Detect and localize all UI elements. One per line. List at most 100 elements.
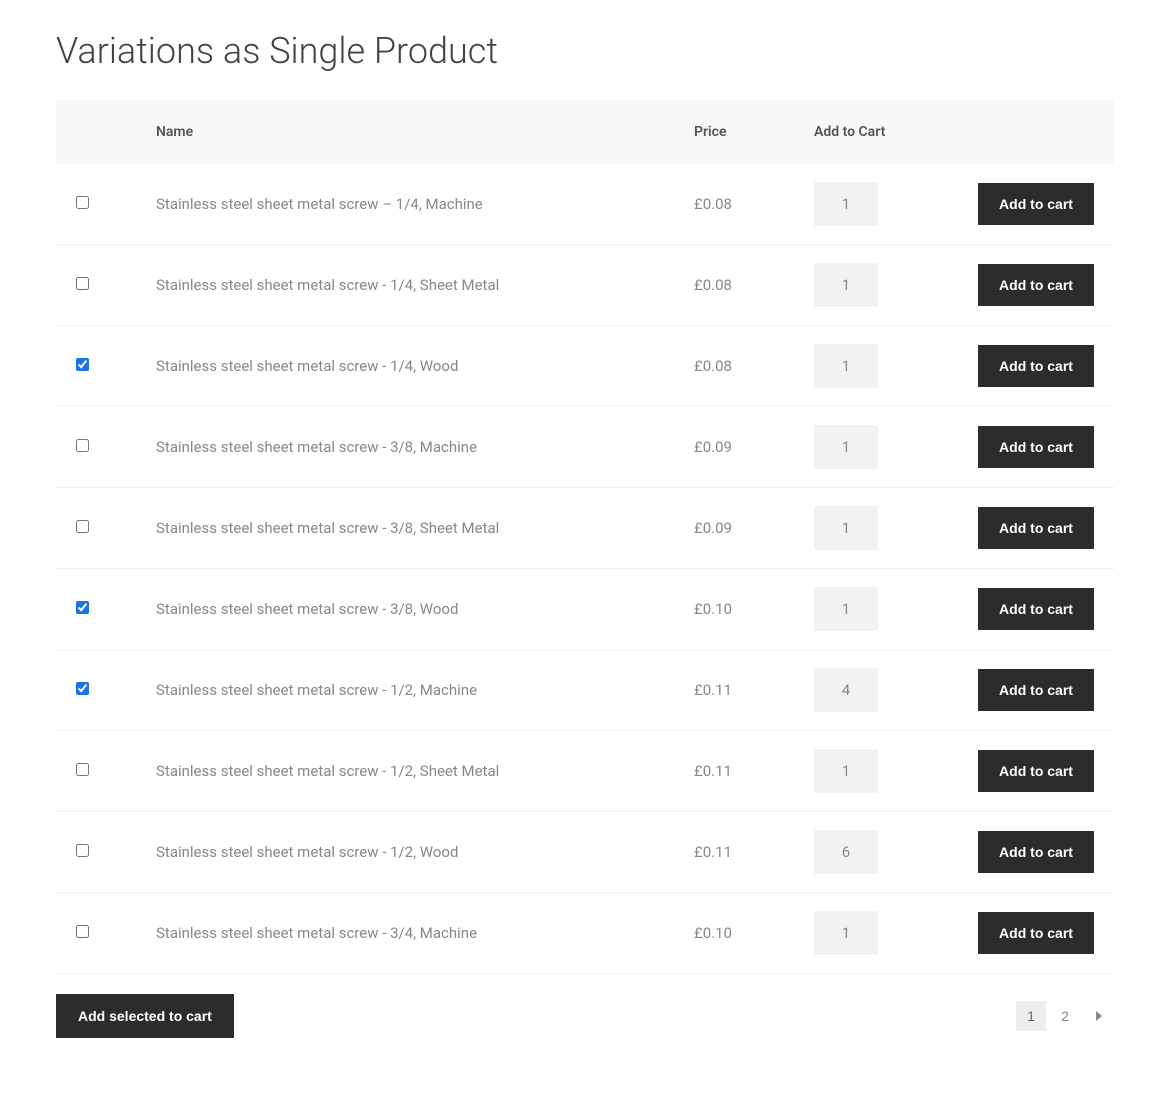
row-checkbox[interactable]	[76, 358, 89, 371]
cell-checkbox	[56, 488, 136, 569]
cell-checkbox	[56, 812, 136, 893]
cell-name: Stainless steel sheet metal screw - 1/4,…	[136, 326, 674, 407]
cell-checkbox	[56, 245, 136, 326]
cell-quantity	[794, 488, 954, 569]
product-variations-table-wrapper: Name Price Add to Cart Stainless steel s…	[56, 100, 1114, 974]
add-to-cart-button[interactable]: Add to cart	[978, 264, 1094, 306]
cell-price: £0.10	[674, 569, 794, 650]
cell-price: £0.10	[674, 893, 794, 974]
row-checkbox[interactable]	[76, 277, 89, 290]
chevron-right-icon	[1095, 1008, 1103, 1024]
table-row: Stainless steel sheet metal screw - 1/2,…	[56, 650, 1114, 731]
add-to-cart-button[interactable]: Add to cart	[978, 507, 1094, 549]
add-to-cart-button[interactable]: Add to cart	[978, 912, 1094, 954]
cell-price: £0.11	[674, 812, 794, 893]
cell-price: £0.08	[674, 164, 794, 245]
header-checkbox-col	[56, 100, 136, 164]
cell-action: Add to cart	[954, 731, 1114, 812]
cell-action: Add to cart	[954, 650, 1114, 731]
cell-name: Stainless steel sheet metal screw - 3/8,…	[136, 407, 674, 488]
table-row: Stainless steel sheet metal screw - 3/8,…	[56, 407, 1114, 488]
quantity-stepper[interactable]	[814, 668, 878, 712]
cell-name: Stainless steel sheet metal screw - 3/4,…	[136, 893, 674, 974]
page-button-2[interactable]: 2	[1050, 1001, 1080, 1031]
cell-price: £0.09	[674, 407, 794, 488]
cell-quantity	[794, 326, 954, 407]
cell-name: Stainless steel sheet metal screw - 1/2,…	[136, 812, 674, 893]
cell-checkbox	[56, 407, 136, 488]
page-button-1[interactable]: 1	[1016, 1001, 1046, 1031]
cell-action: Add to cart	[954, 407, 1114, 488]
add-to-cart-button[interactable]: Add to cart	[978, 588, 1094, 630]
quantity-stepper[interactable]	[814, 830, 878, 874]
row-checkbox[interactable]	[76, 844, 89, 857]
quantity-stepper[interactable]	[814, 911, 878, 955]
cell-name: Stainless steel sheet metal screw - 3/8,…	[136, 488, 674, 569]
cell-price: £0.08	[674, 245, 794, 326]
cell-price: £0.11	[674, 731, 794, 812]
quantity-stepper[interactable]	[814, 263, 878, 307]
cell-quantity	[794, 731, 954, 812]
cell-quantity	[794, 245, 954, 326]
quantity-stepper[interactable]	[814, 506, 878, 550]
row-checkbox[interactable]	[76, 520, 89, 533]
cell-price: £0.08	[674, 326, 794, 407]
cell-checkbox	[56, 731, 136, 812]
header-action-col	[954, 100, 1114, 164]
add-to-cart-button[interactable]: Add to cart	[978, 345, 1094, 387]
page-title: Variations as Single Product	[56, 30, 1114, 72]
pagination: 12	[1016, 1001, 1114, 1031]
cell-action: Add to cart	[954, 164, 1114, 245]
cell-name: Stainless steel sheet metal screw - 3/8,…	[136, 569, 674, 650]
table-row: Stainless steel sheet metal screw - 3/8,…	[56, 488, 1114, 569]
quantity-stepper[interactable]	[814, 344, 878, 388]
add-to-cart-button[interactable]: Add to cart	[978, 426, 1094, 468]
row-checkbox[interactable]	[76, 925, 89, 938]
cell-price: £0.11	[674, 650, 794, 731]
row-checkbox[interactable]	[76, 682, 89, 695]
add-to-cart-button[interactable]: Add to cart	[978, 831, 1094, 873]
header-add-to-cart: Add to Cart	[794, 100, 954, 164]
quantity-stepper[interactable]	[814, 182, 878, 226]
cell-action: Add to cart	[954, 569, 1114, 650]
quantity-stepper[interactable]	[814, 749, 878, 793]
table-footer: Add selected to cart 12	[56, 994, 1114, 1038]
row-checkbox[interactable]	[76, 196, 89, 209]
cell-checkbox	[56, 569, 136, 650]
cell-quantity	[794, 407, 954, 488]
row-checkbox[interactable]	[76, 763, 89, 776]
cell-action: Add to cart	[954, 812, 1114, 893]
cell-action: Add to cart	[954, 893, 1114, 974]
table-row: Stainless steel sheet metal screw – 1/4,…	[56, 164, 1114, 245]
cell-checkbox	[56, 650, 136, 731]
add-selected-button[interactable]: Add selected to cart	[56, 994, 234, 1038]
cell-price: £0.09	[674, 488, 794, 569]
row-checkbox[interactable]	[76, 439, 89, 452]
table-row: Stainless steel sheet metal screw - 3/4,…	[56, 893, 1114, 974]
quantity-stepper[interactable]	[814, 587, 878, 631]
cell-checkbox	[56, 893, 136, 974]
add-to-cart-button[interactable]: Add to cart	[978, 669, 1094, 711]
cell-action: Add to cart	[954, 488, 1114, 569]
add-to-cart-button[interactable]: Add to cart	[978, 750, 1094, 792]
cell-checkbox	[56, 164, 136, 245]
table-row: Stainless steel sheet metal screw - 1/2,…	[56, 812, 1114, 893]
product-variations-table: Name Price Add to Cart Stainless steel s…	[56, 100, 1114, 974]
cell-quantity	[794, 164, 954, 245]
cell-name: Stainless steel sheet metal screw - 1/2,…	[136, 650, 674, 731]
quantity-stepper[interactable]	[814, 425, 878, 469]
cell-name: Stainless steel sheet metal screw - 1/4,…	[136, 245, 674, 326]
add-to-cart-button[interactable]: Add to cart	[978, 183, 1094, 225]
cell-quantity	[794, 569, 954, 650]
cell-checkbox	[56, 326, 136, 407]
header-price: Price	[674, 100, 794, 164]
header-name: Name	[136, 100, 674, 164]
row-checkbox[interactable]	[76, 601, 89, 614]
cell-quantity	[794, 650, 954, 731]
table-row: Stainless steel sheet metal screw - 1/4,…	[56, 245, 1114, 326]
cell-name: Stainless steel sheet metal screw - 1/2,…	[136, 731, 674, 812]
cell-action: Add to cart	[954, 245, 1114, 326]
page-next-button[interactable]	[1084, 1001, 1114, 1031]
cell-quantity	[794, 893, 954, 974]
table-row: Stainless steel sheet metal screw - 1/4,…	[56, 326, 1114, 407]
